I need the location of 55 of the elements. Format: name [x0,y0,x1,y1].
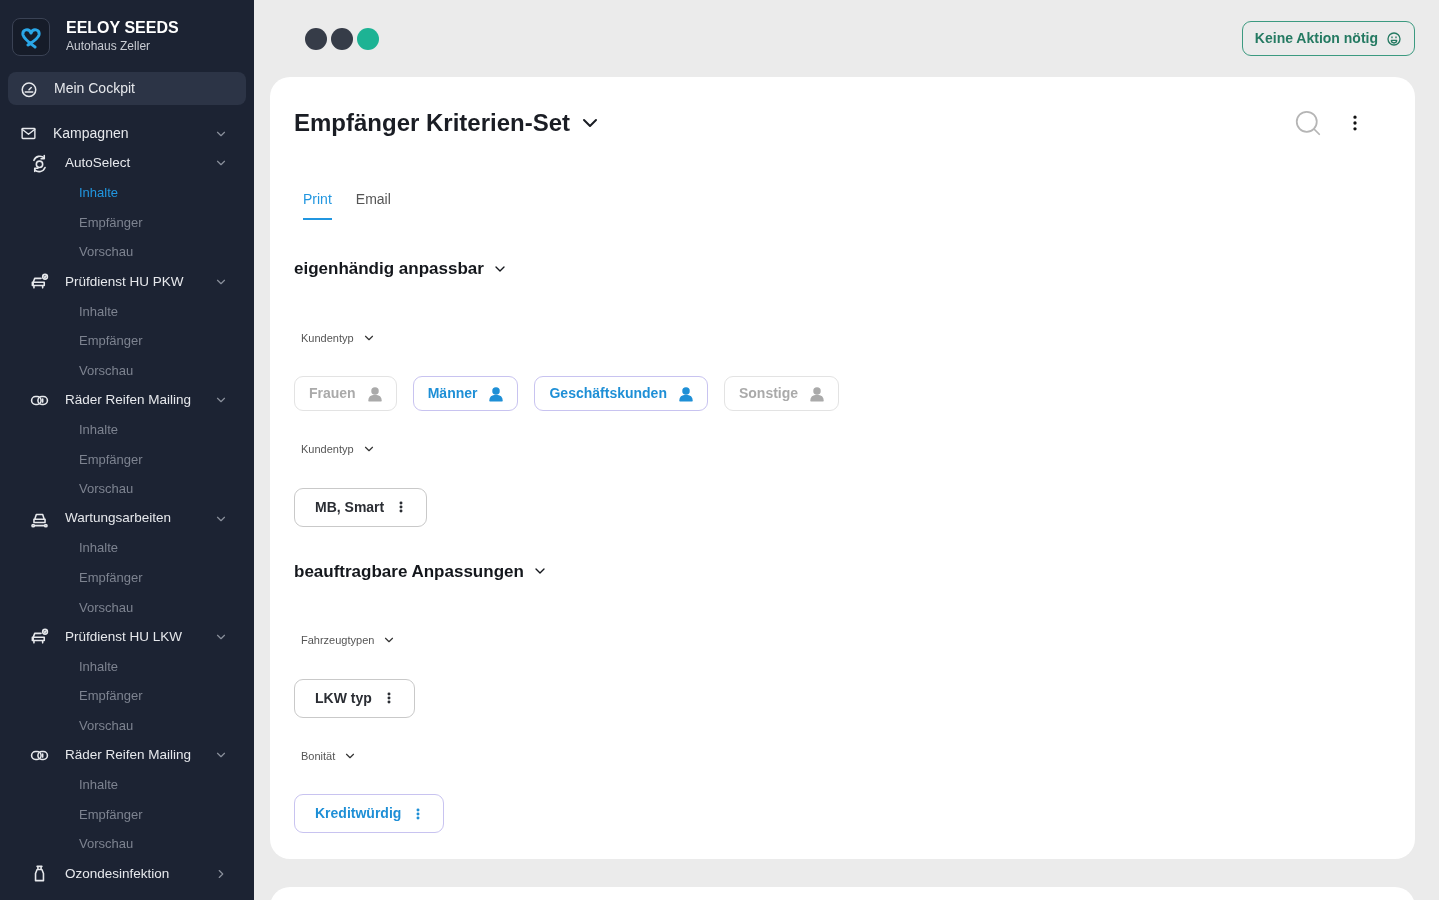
filter-chip[interactable]: LKW typ [294,678,415,718]
gauge-icon [20,79,38,98]
filter-chip[interactable]: Frauen [294,376,397,411]
sidebar-subitem[interactable]: Vorschau [8,355,246,386]
sidebar-group[interactable]: Kampagnen [8,119,246,149]
sidebar-subitem[interactable]: Empfänger [8,799,246,830]
sidebar-subitem[interactable]: Vorschau [8,710,246,741]
sidebar-subitem[interactable]: Empfänger [8,207,246,238]
person-icon [487,384,506,403]
sidebar-subitem[interactable]: Vorschau [8,829,246,859]
status-button[interactable]: Keine Aktion nötig [1241,21,1415,56]
sidebar-item[interactable]: Prüfdienst HU LKW [8,622,246,652]
sidebar-subitem[interactable]: Inhalte [8,414,246,445]
car-check-icon [30,627,49,647]
sidebar-subitem[interactable]: Vorschau [8,592,246,623]
sidebar-item[interactable]: AutoSelect [8,148,246,179]
sidebar-item[interactable]: Wartungsarbeiten [8,503,246,534]
filter-dropdown[interactable]: Bonität [301,747,358,764]
sidebar-subitem[interactable]: Vorschau [8,474,246,504]
filter-chip[interactable]: Männer [412,376,519,411]
filter-dropdown[interactable]: Kundentyp [301,329,376,346]
section-header[interactable]: eigenhändig anpassbar [294,256,508,282]
filter-chip[interactable]: Sonstige [723,376,840,411]
sidebar-item[interactable]: Prüfdienst HU PKW [8,266,246,297]
sidebar-subitem[interactable]: Empfänger [8,326,246,356]
sidebar-item[interactable]: Ozondesinfektion [8,858,246,889]
sidebar-subitem[interactable]: Inhalte [8,770,246,800]
sidebar-subitem[interactable]: Empfänger [8,444,246,475]
sidebar-item[interactable]: Räder Reifen Mailing [8,740,246,771]
sidebar-subitem[interactable]: Inhalte [8,178,246,208]
sidebar-subitem[interactable]: Inhalte [8,651,246,682]
sidebar-subitem[interactable]: Empfänger [8,562,246,593]
logo-icon [12,18,50,56]
person-icon [676,384,695,403]
title-dropdown[interactable]: Empfänger Kriterien-Set [294,105,603,141]
company-name: Autohaus Zeller [66,37,152,55]
tab[interactable]: Email [355,185,391,220]
sidebar-subitem[interactable]: Empfänger [8,681,246,711]
filter-chip[interactable]: Kreditwürdig [294,794,445,833]
section-header[interactable]: beauftragbare Anpassungen [294,558,548,584]
person-icon [365,384,384,403]
sidebar-subitem[interactable]: Vorschau [8,237,246,267]
filter-dropdown[interactable]: Kundentyp [301,441,376,458]
filter-chip[interactable]: Geschäftskunden [534,376,708,411]
tab[interactable]: Print [303,185,332,220]
sidebar-subitem[interactable]: Inhalte [8,533,246,563]
sidebar-item[interactable]: Räder Reifen Mailing [8,385,246,415]
filter-chip[interactable]: MB, Smart [294,487,428,527]
brand-name: EELOY SEEDS [66,19,179,37]
filter-dropdown[interactable]: Fahrzeugtypen [301,632,397,649]
sidebar-subitem[interactable]: Inhalte [8,296,246,327]
smiley-icon [1386,30,1402,47]
car-check-icon [30,272,49,292]
person-icon [808,384,827,403]
sidebar-item[interactable]: Mein Cockpit [8,72,246,105]
